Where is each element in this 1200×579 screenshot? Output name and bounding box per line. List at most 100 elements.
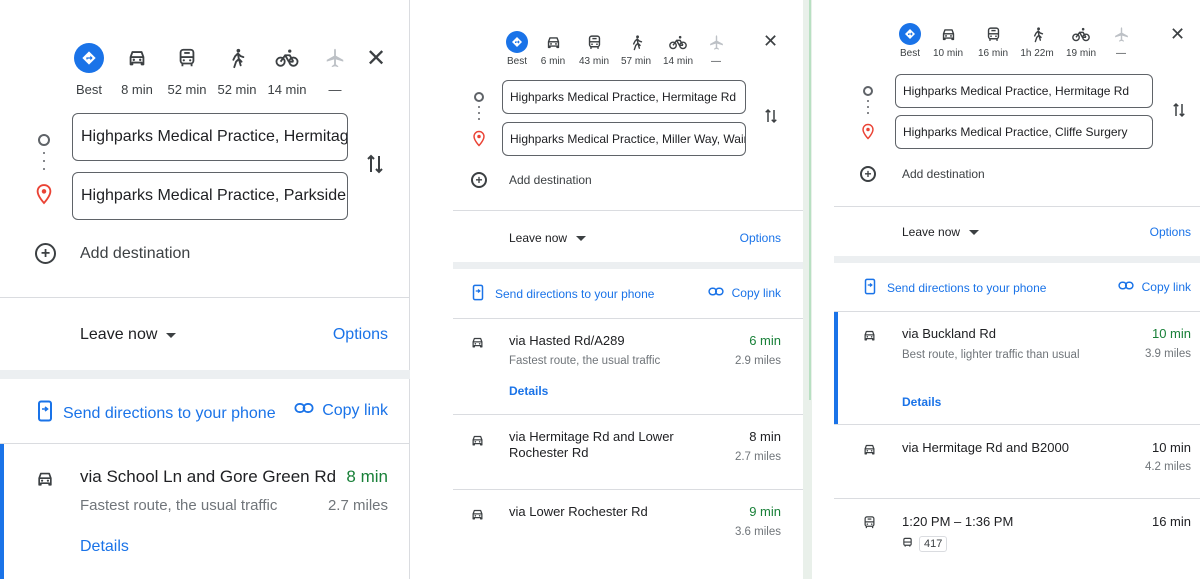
mode-flight[interactable]: — bbox=[699, 30, 733, 67]
best-route-icon bbox=[506, 30, 528, 54]
add-destination-button[interactable]: + Add destination bbox=[35, 243, 190, 264]
destination-input[interactable]: Highparks Medical Practice, Parkside, Cl… bbox=[72, 172, 348, 220]
origin-input[interactable]: Highparks Medical Practice, Hermitage Rd bbox=[502, 80, 746, 114]
mode-best[interactable]: Best bbox=[66, 40, 112, 97]
destination-input[interactable]: Highparks Medical Practice, Cliffe Surge… bbox=[895, 115, 1153, 149]
send-to-phone-label: Send directions to your phone bbox=[887, 281, 1047, 295]
mode-walking[interactable]: 52 min bbox=[212, 40, 262, 97]
transit-icon bbox=[862, 515, 877, 535]
options-button[interactable]: Options bbox=[1150, 225, 1191, 239]
close-icon[interactable]: ✕ bbox=[1170, 24, 1185, 45]
origin-text: Highparks Medical Practice, Hermitage Rd bbox=[81, 128, 348, 145]
send-to-phone-button[interactable]: Send directions to your phone bbox=[472, 284, 654, 304]
route-option[interactable]: via Hermitage Rd and Lower Rochester Rd … bbox=[453, 415, 803, 489]
mode-driving[interactable]: 6 min bbox=[533, 30, 573, 67]
route-distance: 2.7 miles bbox=[734, 451, 781, 463]
destination-pin-icon bbox=[861, 123, 875, 145]
copy-link-button[interactable]: Copy link bbox=[294, 401, 388, 420]
route-option[interactable]: via School Ln and Gore Green Rd Fastest … bbox=[0, 444, 410, 579]
mode-best[interactable]: Best bbox=[501, 30, 533, 67]
leave-now-dropdown[interactable]: Leave now bbox=[902, 225, 980, 239]
origin-text: Highparks Medical Practice, Hermitage Rd bbox=[510, 90, 737, 104]
mode-flight[interactable]: — bbox=[312, 40, 358, 97]
route-option[interactable]: 1:20 PM – 1:36 PM 16 min 417 bbox=[834, 499, 1200, 579]
directions-panel-3: Best 10 min 16 min 1h 22m 19 min — ✕ Hig… bbox=[834, 0, 1200, 579]
mode-best[interactable]: Best bbox=[895, 22, 925, 59]
mode-transit[interactable]: 16 min bbox=[971, 22, 1015, 59]
copy-link-button[interactable]: Copy link bbox=[708, 286, 781, 300]
close-icon[interactable]: ✕ bbox=[366, 44, 386, 72]
mode-label: Best bbox=[75, 82, 102, 97]
route-distance: 2.7 miles bbox=[327, 497, 388, 514]
send-to-phone-icon bbox=[472, 284, 484, 304]
car-icon bbox=[470, 335, 485, 355]
swap-icon[interactable] bbox=[366, 152, 384, 181]
mode-cycling[interactable]: 14 min bbox=[262, 40, 312, 97]
options-button[interactable]: Options bbox=[740, 231, 781, 245]
route-time: 8 min bbox=[346, 467, 388, 486]
origin-text: Highparks Medical Practice, Hermitage Rd bbox=[903, 84, 1130, 98]
leave-now-label: Leave now bbox=[509, 231, 568, 245]
route-distance: 3.9 miles bbox=[1144, 348, 1191, 360]
send-to-phone-button[interactable]: Send directions to your phone bbox=[37, 400, 276, 427]
travel-mode-bar: Best 10 min 16 min 1h 22m 19 min — bbox=[895, 22, 1139, 59]
route-distance: 2.9 miles bbox=[734, 355, 781, 367]
options-button[interactable]: Options bbox=[333, 326, 388, 344]
car-icon bbox=[862, 328, 877, 348]
flight-icon bbox=[1113, 22, 1130, 46]
mode-flight[interactable]: — bbox=[1103, 22, 1139, 59]
details-link[interactable]: Details bbox=[80, 538, 129, 556]
car-icon bbox=[940, 22, 957, 46]
mode-cycling[interactable]: 14 min bbox=[657, 30, 699, 67]
leave-now-dropdown[interactable]: Leave now bbox=[509, 231, 587, 245]
add-destination-button[interactable]: + Add destination bbox=[860, 166, 985, 182]
route-title: via Hermitage Rd and Lower Rochester Rd bbox=[509, 429, 674, 460]
send-to-phone-icon bbox=[37, 400, 53, 427]
origin-input[interactable]: Highparks Medical Practice, Hermitage Rd bbox=[895, 74, 1153, 108]
route-title: via Lower Rochester Rd bbox=[509, 504, 648, 519]
details-link[interactable]: Details bbox=[902, 395, 941, 409]
details-link[interactable]: Details bbox=[509, 384, 548, 398]
directions-panel-1: Best 8 min 52 min 52 min 14 min — ✕ High… bbox=[0, 0, 410, 579]
route-distance: 4.2 miles bbox=[1144, 461, 1191, 473]
add-icon: + bbox=[35, 243, 56, 264]
route-option[interactable]: via Hermitage Rd and B2000 10 min 4.2 mi… bbox=[834, 425, 1200, 498]
destination-input[interactable]: Highparks Medical Practice, Miller Way, … bbox=[502, 122, 746, 156]
add-destination-label: Add destination bbox=[509, 173, 592, 187]
swap-icon[interactable] bbox=[1172, 101, 1186, 124]
mode-driving[interactable]: 10 min bbox=[925, 22, 971, 59]
dropdown-arrow-icon bbox=[166, 332, 177, 338]
copy-link-button[interactable]: Copy link bbox=[1118, 280, 1191, 294]
route-title: via Hasted Rd/A289 bbox=[509, 333, 625, 348]
leave-now-dropdown[interactable]: Leave now bbox=[80, 326, 177, 344]
dropdown-arrow-icon bbox=[576, 235, 587, 241]
mode-label: — bbox=[328, 82, 342, 97]
mode-walking[interactable]: 1h 22m bbox=[1015, 22, 1059, 59]
route-time: 16 min bbox=[1151, 514, 1191, 529]
mode-label: 8 min bbox=[121, 82, 153, 97]
mode-transit[interactable]: 43 min bbox=[573, 30, 615, 67]
section-divider bbox=[453, 262, 803, 269]
add-destination-button[interactable]: + Add destination bbox=[471, 172, 592, 188]
leave-now-label: Leave now bbox=[902, 225, 961, 239]
section-divider bbox=[0, 370, 410, 379]
transit-icon bbox=[176, 40, 198, 76]
transit-icon bbox=[586, 30, 603, 54]
route-option[interactable]: via Hasted Rd/A289 Fastest route, the us… bbox=[453, 319, 803, 414]
divider bbox=[0, 297, 410, 298]
send-to-phone-button[interactable]: Send directions to your phone bbox=[864, 278, 1046, 298]
mode-driving[interactable]: 8 min bbox=[112, 40, 162, 97]
bicycle-icon bbox=[274, 40, 300, 76]
route-option[interactable]: via Buckland Rd Best route, lighter traf… bbox=[834, 312, 1200, 424]
destination-pin-icon bbox=[35, 183, 53, 210]
route-option[interactable]: via Lower Rochester Rd 9 min 3.6 miles bbox=[453, 490, 803, 579]
mode-transit[interactable]: 52 min bbox=[162, 40, 212, 97]
close-icon[interactable]: ✕ bbox=[763, 31, 778, 52]
mode-walking[interactable]: 57 min bbox=[615, 30, 657, 67]
mode-label: 1h 22m bbox=[1020, 48, 1054, 59]
route-title: via School Ln and Gore Green Rd bbox=[80, 467, 337, 486]
route-title: via Hermitage Rd and B2000 bbox=[902, 440, 1069, 455]
origin-input[interactable]: Highparks Medical Practice, Hermitage Rd bbox=[72, 113, 348, 161]
swap-icon[interactable] bbox=[764, 107, 778, 130]
mode-cycling[interactable]: 19 min bbox=[1059, 22, 1103, 59]
